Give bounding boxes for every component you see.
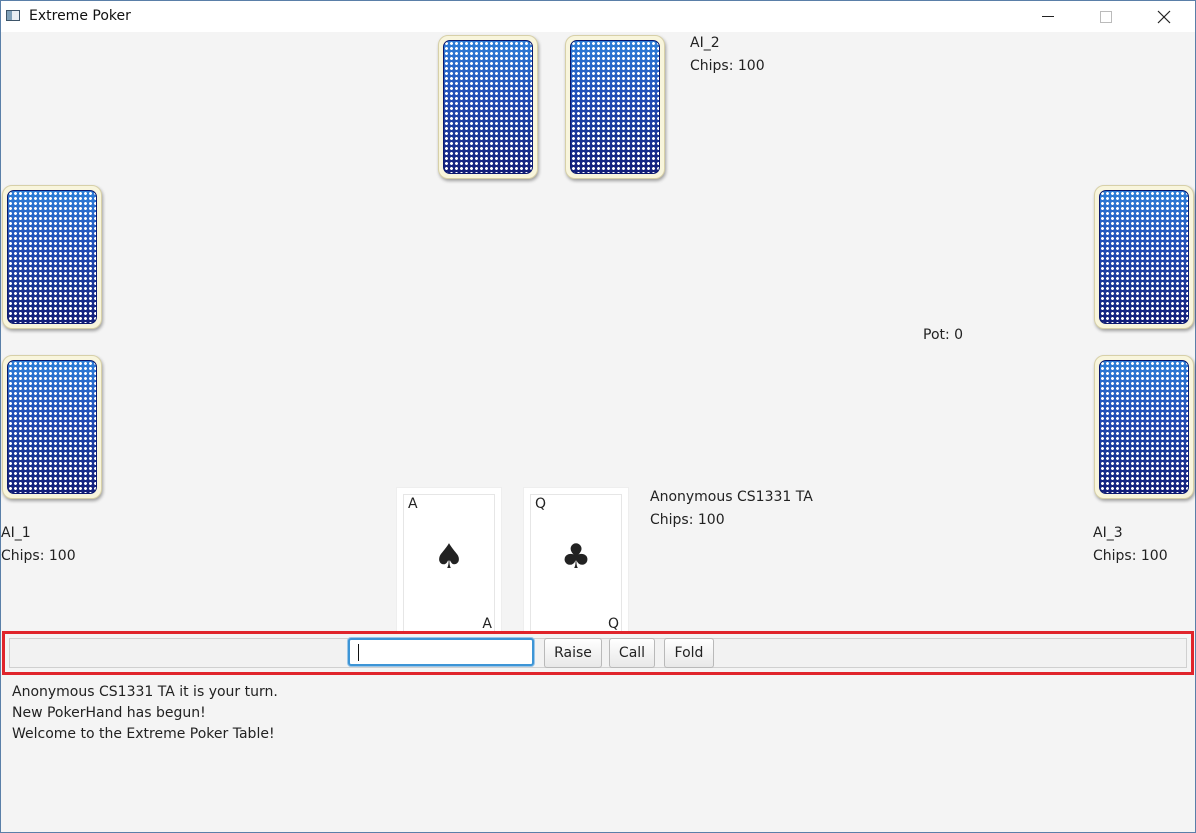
card-back-pattern	[1099, 360, 1189, 494]
title-bar: Extreme Poker	[1, 1, 1195, 32]
fold-button[interactable]: Fold	[664, 638, 714, 668]
card-back-pattern	[1099, 190, 1189, 324]
card-back-pattern	[7, 360, 97, 494]
card-rank-top: A	[408, 496, 418, 512]
log-line: Anonymous CS1331 TA it is your turn.	[12, 684, 278, 700]
ai-3-name: AI_3	[1093, 525, 1123, 541]
message-log[interactable]: Anonymous CS1331 TA it is your turn. New…	[2, 676, 1194, 831]
maximize-button[interactable]	[1077, 1, 1135, 32]
card-rank-bottom: A	[482, 616, 492, 632]
raise-button[interactable]: Raise	[544, 638, 602, 668]
call-button[interactable]: Call	[609, 638, 655, 668]
log-line: Welcome to the Extreme Poker Table!	[12, 726, 275, 742]
player-card-queen-of-clubs: Q ♣ Q	[523, 487, 629, 633]
card-rank-bottom: Q	[607, 616, 619, 632]
ai-1-card-back-2	[2, 355, 102, 499]
window-title: Extreme Poker	[29, 8, 131, 24]
spade-icon: ♠	[433, 537, 465, 577]
card-back-pattern	[443, 40, 533, 174]
player-chips: Chips: 100	[650, 512, 725, 528]
ai-2-card-back-1	[438, 35, 538, 179]
app-window-icon	[6, 10, 20, 21]
maximize-icon	[1100, 11, 1112, 23]
pot-label: Pot: 0	[923, 327, 964, 343]
ai-2-card-back-2	[565, 35, 665, 179]
ai-3-card-back-1	[1094, 185, 1194, 329]
card-rank-top: Q	[535, 496, 547, 512]
ai-3-chips: Chips: 100	[1093, 548, 1168, 564]
club-icon: ♣	[560, 537, 592, 577]
player-card-ace-of-spades: A ♠ A	[396, 487, 502, 633]
ai-1-card-back-1	[2, 185, 102, 329]
card-back-pattern	[570, 40, 660, 174]
ai-1-chips: Chips: 100	[1, 548, 76, 564]
close-button[interactable]	[1135, 1, 1193, 32]
poker-window: Extreme Poker AI_2 Chips: 100 AI_1 Chips…	[0, 0, 1196, 833]
close-icon	[1157, 10, 1171, 24]
ai-1-name: AI_1	[1, 525, 31, 541]
ai-3-card-back-2	[1094, 355, 1194, 499]
card-back-pattern	[7, 190, 97, 324]
log-line: New PokerHand has begun!	[12, 705, 206, 721]
bet-amount-input[interactable]	[348, 638, 534, 666]
ai-2-name: AI_2	[690, 35, 720, 51]
minimize-icon	[1042, 16, 1054, 17]
text-caret	[358, 644, 359, 661]
action-controls-highlight: Raise Call Fold	[2, 631, 1194, 675]
player-name: Anonymous CS1331 TA	[650, 489, 813, 505]
minimize-button[interactable]	[1019, 1, 1077, 32]
ai-2-chips: Chips: 100	[690, 58, 765, 74]
